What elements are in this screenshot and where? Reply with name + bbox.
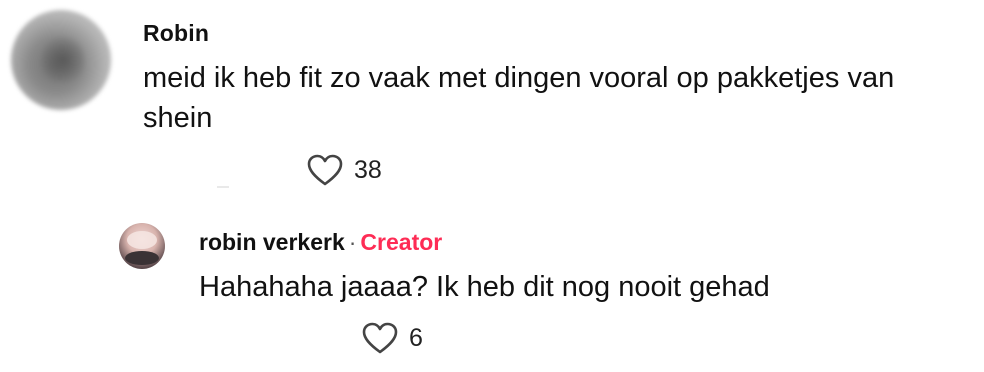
- divider: [217, 186, 229, 188]
- comment-like-group[interactable]: 38: [306, 152, 382, 188]
- reply-header: robin verkerk · Creator: [199, 229, 442, 256]
- comment-author[interactable]: Robin: [143, 20, 209, 47]
- creator-badge: Creator: [360, 229, 443, 255]
- comment-text: meid ik heb fit zo vaak met dingen voora…: [143, 62, 895, 134]
- comment-thread: Robin meid ik heb fit zo vaak met dingen…: [0, 0, 984, 372]
- reply-like-group[interactable]: 6: [361, 320, 423, 356]
- like-count: 38: [354, 155, 382, 184]
- avatar[interactable]: [11, 10, 111, 110]
- separator-dot: ·: [348, 229, 357, 255]
- reply-text: Hahahaha jaaaa? Ik heb dit nog nooit geh…: [199, 271, 770, 303]
- reply-avatar[interactable]: [119, 223, 165, 269]
- reply-author[interactable]: robin verkerk: [199, 229, 345, 255]
- like-count: 6: [409, 323, 423, 352]
- heart-icon[interactable]: [306, 153, 344, 187]
- heart-icon[interactable]: [361, 321, 399, 355]
